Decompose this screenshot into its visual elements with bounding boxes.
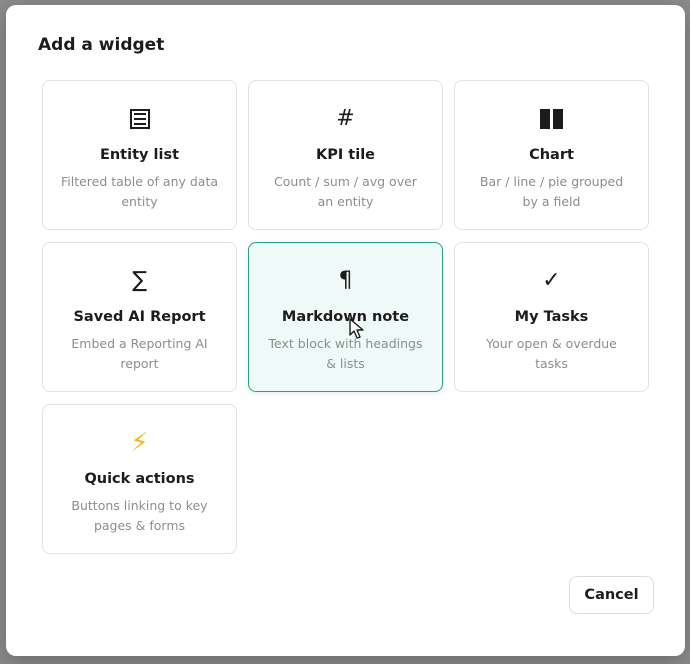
widget-card-saved-ai-report[interactable]: ∑ Saved AI Report Embed a Reporting AI r… — [42, 242, 237, 392]
widget-description: Filtered table of any data entity — [60, 174, 219, 209]
widget-description: Your open & overdue tasks — [486, 336, 617, 371]
widget-description: Count / sum / avg over an entity — [274, 174, 417, 209]
widget-description: Embed a Reporting AI report — [71, 336, 208, 371]
widget-description: Bar / line / pie grouped by a field — [479, 174, 624, 209]
widget-description: Buttons linking to key pages & forms — [71, 498, 208, 533]
widget-title: Chart — [529, 147, 574, 163]
widget-title: Markdown note — [281, 309, 410, 325]
cancel-button[interactable]: Cancel — [569, 576, 654, 614]
checkmark-icon: ✓ — [542, 268, 561, 293]
widget-title: Quick actions — [84, 471, 195, 487]
hash-icon: # — [336, 106, 355, 131]
list-icon — [129, 105, 150, 133]
widget-title: KPI tile — [315, 147, 375, 163]
lightning-icon: ⚡ — [130, 428, 149, 458]
widget-title: Saved AI Report — [73, 309, 206, 325]
widget-grid: Entity list Filtered table of any data e… — [42, 80, 650, 554]
widget-card-quick-actions[interactable]: ⚡ Quick actions Buttons linking to key p… — [42, 404, 237, 554]
widget-card-kpi-tile[interactable]: # KPI tile Count / sum / avg over an ent… — [248, 80, 443, 230]
add-widget-dialog: Add a widget Entity list Filtered table … — [6, 5, 685, 656]
widget-card-markdown-note[interactable]: ¶ Markdown note Text block with headings… — [248, 242, 443, 392]
widget-card-my-tasks[interactable]: ✓ My Tasks Your open & overdue tasks — [454, 242, 649, 392]
sigma-icon: ∑ — [132, 268, 147, 293]
dialog-title: Add a widget — [38, 35, 165, 55]
pilcrow-icon: ¶ — [338, 268, 353, 293]
bar-chart-icon — [540, 105, 563, 133]
widget-title: My Tasks — [514, 309, 589, 325]
widget-card-chart[interactable]: Chart Bar / line / pie grouped by a fiel… — [454, 80, 649, 230]
widget-title: Entity list — [99, 147, 180, 163]
widget-card-entity-list[interactable]: Entity list Filtered table of any data e… — [42, 80, 237, 230]
widget-description: Text block with headings & lists — [268, 336, 423, 371]
